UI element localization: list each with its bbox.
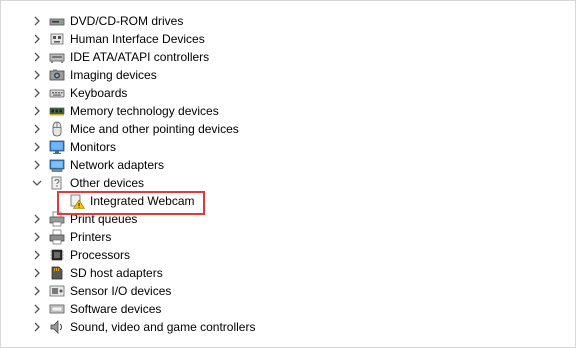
chevron-right-icon[interactable] <box>32 304 42 314</box>
chevron-right-icon[interactable] <box>32 106 42 116</box>
chevron-right-icon[interactable] <box>32 322 42 332</box>
network-adapter-icon <box>49 159 65 172</box>
tree-item-label: Human Interface Devices <box>70 32 205 46</box>
software-device-icon <box>49 304 65 314</box>
tree-item-label: IDE ATA/ATAPI controllers <box>70 50 210 64</box>
tree-item-other-devices[interactable]: Other devices <box>1 174 575 192</box>
chevron-right-icon[interactable] <box>32 268 42 278</box>
ide-controller-icon <box>49 53 65 63</box>
speaker-icon <box>50 320 62 334</box>
tree-item-mice-pointing-devices[interactable]: Mice and other pointing devices <box>1 120 575 138</box>
sd-card-icon <box>51 266 63 280</box>
chevron-right-icon[interactable] <box>32 88 42 98</box>
tree-item-label: DVD/CD-ROM drives <box>70 14 184 28</box>
tree-item-label: Print queues <box>70 212 138 226</box>
tree-item-label: Other devices <box>70 176 145 190</box>
mouse-icon <box>52 121 62 137</box>
chevron-right-icon[interactable] <box>32 214 42 224</box>
keyboard-icon <box>49 89 65 98</box>
chevron-right-icon[interactable] <box>32 52 42 62</box>
chevron-right-icon[interactable] <box>32 286 42 296</box>
tree-item-label: Mice and other pointing devices <box>70 122 239 136</box>
processor-icon <box>50 249 64 261</box>
tree-item-label: Memory technology devices <box>70 104 219 118</box>
memory-icon <box>49 107 65 116</box>
tree-item-network-adapters[interactable]: Network adapters <box>1 156 575 174</box>
tree-item-software-devices[interactable]: Software devices <box>1 300 575 318</box>
tree-item-dvd-cdrom-drives[interactable]: DVD/CD-ROM drives <box>1 12 575 30</box>
chevron-down-icon[interactable] <box>32 178 42 188</box>
tree-item-label: SD host adapters <box>70 266 163 280</box>
tree-item-sensor-io-devices[interactable]: Sensor I/O devices <box>1 282 575 300</box>
tree-item-printers[interactable]: Printers <box>1 228 575 246</box>
tree-item-integrated-webcam[interactable]: Integrated Webcam <box>1 192 575 210</box>
tree-item-label: Sensor I/O devices <box>70 284 172 298</box>
device-tree: DVD/CD-ROM drives Human Interface Device… <box>1 12 575 336</box>
printer-icon <box>49 229 65 245</box>
tree-item-human-interface-devices[interactable]: Human Interface Devices <box>1 30 575 48</box>
hid-icon <box>50 33 64 45</box>
tree-item-label: Keyboards <box>70 86 128 100</box>
monitor-icon <box>49 140 65 154</box>
camera-icon <box>49 69 65 81</box>
tree-item-sound-video-game-controllers[interactable]: Sound, video and game controllers <box>1 318 575 336</box>
chevron-right-icon[interactable] <box>32 250 42 260</box>
warning-device-icon <box>70 194 85 209</box>
tree-item-label: Printers <box>70 230 112 244</box>
chevron-right-icon[interactable] <box>32 142 42 152</box>
tree-item-label: Imaging devices <box>70 68 157 82</box>
other-devices-icon <box>51 176 62 190</box>
dvd-drive-icon <box>49 18 65 26</box>
tree-item-memory-technology-devices[interactable]: Memory technology devices <box>1 102 575 120</box>
tree-item-label: Monitors <box>70 140 117 154</box>
chevron-right-icon[interactable] <box>32 124 42 134</box>
tree-item-label: Network adapters <box>70 158 165 172</box>
device-manager-tree-panel: DVD/CD-ROM drives Human Interface Device… <box>0 0 576 348</box>
tree-item-label: Processors <box>70 248 131 262</box>
tree-item-processors[interactable]: Processors <box>1 246 575 264</box>
tree-item-imaging-devices[interactable]: Imaging devices <box>1 66 575 84</box>
chevron-right-icon[interactable] <box>32 34 42 44</box>
print-queue-icon <box>49 211 65 227</box>
tree-item-monitors[interactable]: Monitors <box>1 138 575 156</box>
tree-item-sd-host-adapters[interactable]: SD host adapters <box>1 264 575 282</box>
tree-item-print-queues[interactable]: Print queues <box>1 210 575 228</box>
chevron-right-icon[interactable] <box>32 16 42 26</box>
tree-item-label: Software devices <box>70 302 162 316</box>
chevron-right-icon[interactable] <box>32 160 42 170</box>
tree-item-label: Sound, video and game controllers <box>70 320 256 334</box>
tree-item-label: Integrated Webcam <box>90 194 195 208</box>
sensor-icon <box>49 285 65 297</box>
chevron-right-icon[interactable] <box>32 232 42 242</box>
tree-item-keyboards[interactable]: Keyboards <box>1 84 575 102</box>
tree-item-ide-ata-atapi-controllers[interactable]: IDE ATA/ATAPI controllers <box>1 48 575 66</box>
chevron-right-icon[interactable] <box>32 70 42 80</box>
